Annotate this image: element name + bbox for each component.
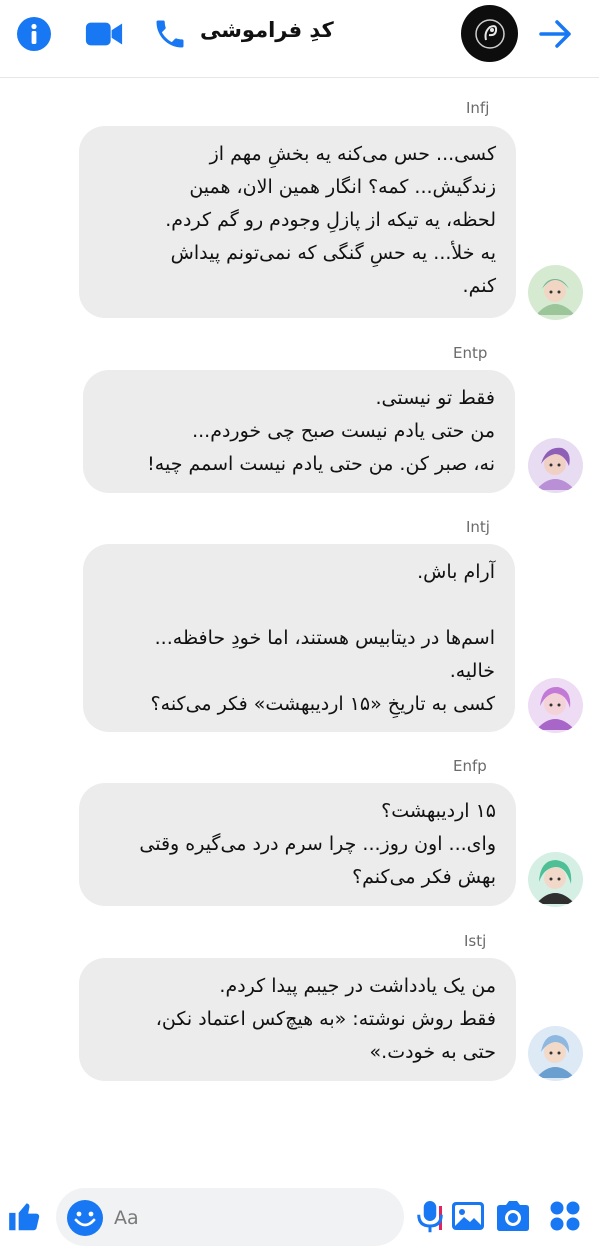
- sender-name: Intj: [466, 518, 490, 536]
- phone-icon[interactable]: [150, 14, 190, 54]
- image-icon[interactable]: [446, 1194, 490, 1238]
- message-composer[interactable]: [56, 1188, 442, 1246]
- message-bubble[interactable]: آرام باش. اسم‌ها در دیتابیس هستند، اما خ…: [83, 544, 515, 732]
- message-bubble[interactable]: من یک یادداشت در جیبم پیدا کردم. فقط روش…: [79, 958, 516, 1081]
- message-bubble[interactable]: فقط تو نیستی. من حتی یادم نیست صبح چی خو…: [83, 370, 515, 493]
- video-camera-icon[interactable]: [84, 14, 124, 54]
- avatar[interactable]: [528, 852, 583, 907]
- thumbs-up-icon[interactable]: [3, 1194, 47, 1238]
- message-input[interactable]: [114, 1203, 364, 1233]
- avatar[interactable]: [528, 265, 583, 320]
- camera-icon[interactable]: [491, 1194, 535, 1238]
- sender-name: Infj: [466, 99, 490, 117]
- sender-name: Istj: [464, 932, 487, 950]
- message-bubble[interactable]: کسی... حس می‌کنه یه بخشِ مهم از زندگیش..…: [79, 126, 516, 318]
- sender-name: Entp: [453, 344, 488, 362]
- avatar[interactable]: [528, 438, 583, 493]
- message-bubble[interactable]: ۱۵ اردیبهشت؟ وای... اون روز... چرا سرم د…: [79, 783, 516, 906]
- info-icon[interactable]: [14, 14, 54, 54]
- sender-name: Enfp: [453, 757, 487, 775]
- chat-title: کدِ فراموشی: [200, 18, 334, 42]
- avatar[interactable]: [528, 678, 583, 733]
- composer-bar: [0, 1180, 599, 1253]
- back-arrow-icon[interactable]: [536, 14, 576, 54]
- avatar[interactable]: [528, 1026, 583, 1081]
- emoji-icon[interactable]: [66, 1199, 104, 1237]
- chat-header: کدِ فراموشی: [0, 0, 599, 78]
- group-avatar[interactable]: [461, 5, 518, 62]
- more-apps-icon[interactable]: [543, 1194, 587, 1238]
